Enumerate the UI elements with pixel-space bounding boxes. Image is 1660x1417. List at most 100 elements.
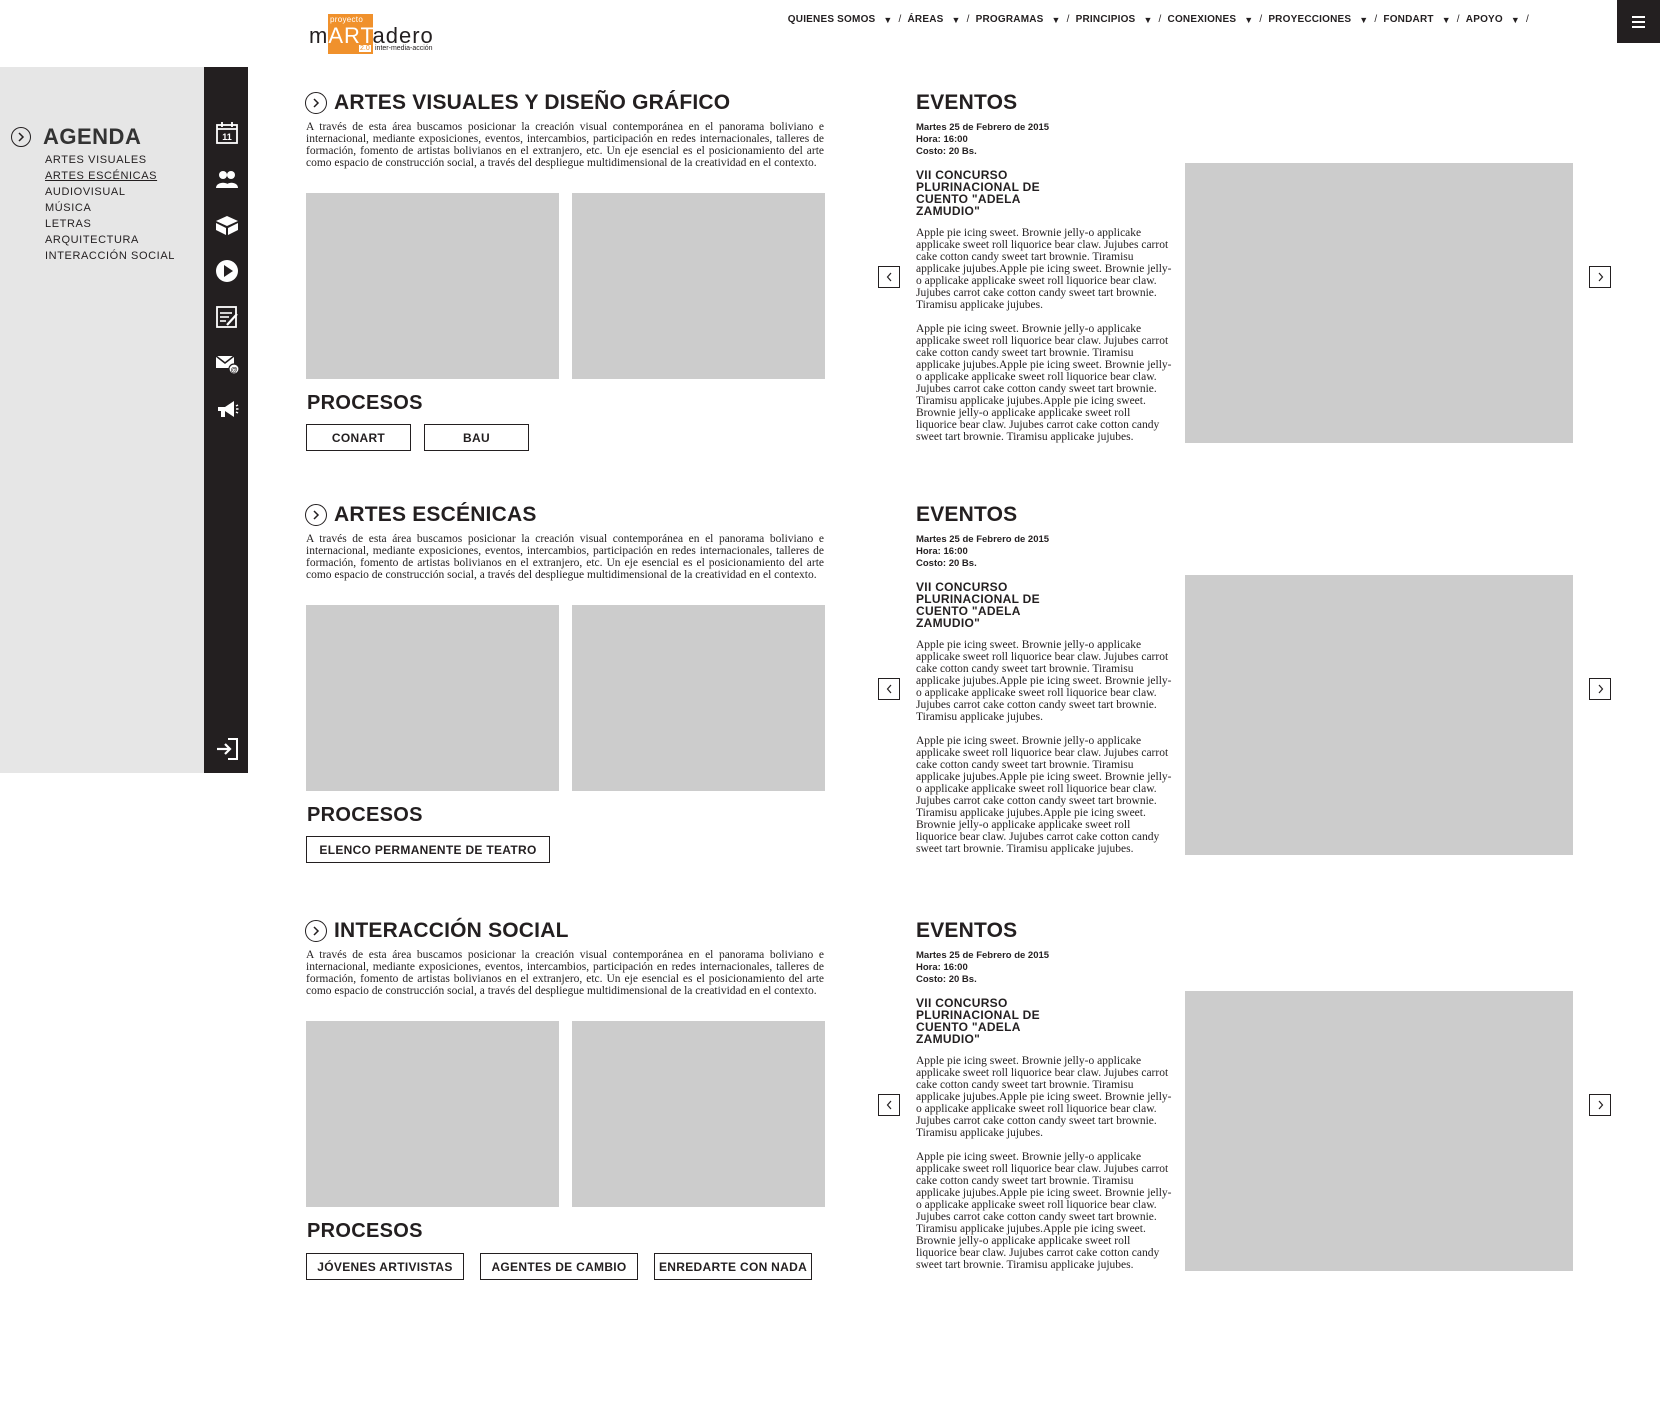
proceso-button[interactable]: ELENCO PERMANENTE DE TEATRO — [306, 836, 550, 863]
section-description: A través de esta área buscamos posiciona… — [306, 121, 824, 169]
mail-icon[interactable]: @ — [215, 351, 239, 375]
martadero-logo[interactable]: proyecto mARTadero 2.0 inter-media-acció… — [309, 14, 441, 54]
image-placeholder — [572, 193, 825, 379]
proceso-button[interactable]: ENREDARTE CON NADA — [654, 1253, 812, 1280]
carousel-next-icon[interactable] — [1589, 1094, 1611, 1116]
nav-separator: / — [1158, 14, 1162, 25]
logout-icon[interactable] — [215, 737, 239, 761]
event-time: Hora: 16:00 — [916, 134, 968, 145]
nav-separator: / — [898, 14, 902, 25]
dropdown-arrow-icon: ▼ — [1143, 14, 1153, 25]
event-paragraph: Apple pie icing sweet. Brownie jelly-o a… — [916, 1151, 1172, 1271]
eventos-title: EVENTOS — [916, 91, 1018, 114]
event-date: Martes 25 de Febrero de 2015 — [916, 950, 1050, 961]
event-name: VII CONCURSO PLURINACIONAL DE CUENTO "AD… — [916, 580, 1040, 630]
svg-text:@: @ — [231, 367, 238, 374]
sidebar-item-audiovisual[interactable]: AUDIOVISUAL — [45, 184, 175, 200]
procesos-buttons: JÓVENES ARTIVISTAS AGENTES DE CAMBIO ENR… — [306, 1253, 812, 1280]
nav-separator: / — [1374, 14, 1378, 25]
proceso-button[interactable]: BAU — [424, 424, 529, 451]
nav-separator: / — [1259, 14, 1263, 25]
dropdown-arrow-icon: ▼ — [1244, 14, 1254, 25]
nav-principios[interactable]: PRINCIPIOS ▼ — [1076, 14, 1153, 25]
agenda-heading: AGENDA — [11, 124, 141, 150]
nav-conexiones[interactable]: CONEXIONES ▼ — [1168, 14, 1254, 25]
circle-arrow-icon[interactable] — [11, 127, 31, 147]
event-name: VII CONCURSO PLURINACIONAL DE CUENTO "AD… — [916, 168, 1040, 218]
sidebar-item-interaccion-social[interactable]: INTERACCIÓN SOCIAL — [45, 248, 175, 264]
event-date: Martes 25 de Febrero de 2015 — [916, 534, 1050, 545]
svg-text:11: 11 — [222, 132, 232, 142]
logo-version: 2.0 — [359, 45, 371, 52]
procesos-buttons: ELENCO PERMANENTE DE TEATRO — [306, 836, 550, 863]
section-description: A través de esta área buscamos posiciona… — [306, 949, 824, 997]
dropdown-arrow-icon: ▼ — [1359, 14, 1369, 25]
nav-separator: / — [1526, 14, 1529, 25]
circle-arrow-icon[interactable] — [305, 920, 327, 942]
carousel-next-icon[interactable] — [1589, 678, 1611, 700]
play-icon[interactable] — [215, 259, 239, 283]
icon-toolbar: 11 @ — [204, 67, 248, 773]
dropdown-arrow-icon: ▼ — [951, 14, 961, 25]
event-time: Hora: 16:00 — [916, 546, 968, 557]
event-paragraph: Apple pie icing sweet. Brownie jelly-o a… — [916, 1055, 1172, 1139]
notes-icon[interactable] — [215, 305, 239, 329]
dropdown-arrow-icon: ▼ — [1441, 14, 1451, 25]
circle-arrow-icon[interactable] — [305, 92, 327, 114]
procesos-title: PROCESOS — [307, 804, 423, 826]
nav-separator: / — [1066, 14, 1070, 25]
image-placeholder — [306, 193, 559, 379]
top-navigation: QUIENES SOMOS ▼ / ÁREAS ▼ / PROGRAMAS ▼ / P… — [788, 14, 1535, 25]
people-icon[interactable] — [215, 167, 239, 191]
circle-arrow-icon[interactable] — [305, 504, 327, 526]
dropdown-arrow-icon: ▼ — [883, 14, 893, 25]
box-icon[interactable] — [215, 213, 239, 237]
nav-separator: / — [966, 14, 970, 25]
event-image-placeholder — [1185, 991, 1573, 1271]
nav-fondart[interactable]: FONDART ▼ — [1383, 14, 1450, 25]
sidebar-item-artes-visuales[interactable]: ARTES VISUALES — [45, 152, 175, 168]
section-title: ARTES ESCÉNICAS — [334, 503, 537, 526]
image-placeholder — [572, 1021, 825, 1207]
nav-quienes-somos[interactable]: QUIENES SOMOS ▼ — [788, 14, 893, 25]
proceso-button[interactable]: AGENTES DE CAMBIO — [480, 1253, 638, 1280]
calendar-icon[interactable]: 11 — [215, 121, 239, 145]
event-paragraph: Apple pie icing sweet. Brownie jelly-o a… — [916, 639, 1172, 723]
proceso-button[interactable]: CONART — [306, 424, 411, 451]
event-meta: Martes 25 de Febrero de 2015 Hora: 16:00… — [916, 122, 1049, 158]
carousel-prev-icon[interactable] — [878, 1094, 900, 1116]
sidebar-item-artes-escenicas[interactable]: ARTES ESCÉNICAS — [45, 168, 175, 184]
section-heading: ARTES VISUALES Y DISEÑO GRÁFICO — [305, 91, 730, 115]
sidebar-item-letras[interactable]: LETRAS — [45, 216, 175, 232]
section-heading: INTERACCIÓN SOCIAL — [305, 919, 569, 943]
megaphone-icon[interactable] — [215, 397, 239, 421]
sidebar-item-musica[interactable]: MÚSICA — [45, 200, 175, 216]
proceso-button[interactable]: JÓVENES ARTIVISTAS — [306, 1253, 464, 1280]
nav-programas[interactable]: PROGRAMAS ▼ — [976, 14, 1061, 25]
event-meta: Martes 25 de Febrero de 2015 Hora: 16:00… — [916, 534, 1049, 570]
event-name: VII CONCURSO PLURINACIONAL DE CUENTO "AD… — [916, 996, 1040, 1046]
carousel-prev-icon[interactable] — [878, 266, 900, 288]
event-image-placeholder — [1185, 575, 1573, 855]
event-paragraph: Apple pie icing sweet. Brownie jelly-o a… — [916, 735, 1172, 855]
image-placeholder — [572, 605, 825, 791]
image-placeholder — [306, 1021, 559, 1207]
sidebar-item-arquitectura[interactable]: ARQUITECTURA — [45, 232, 175, 248]
nav-proyecciones[interactable]: PROYECCIONES ▼ — [1268, 14, 1368, 25]
nav-apoyo[interactable]: APOYO ▼ — [1466, 14, 1520, 25]
event-image-placeholder — [1185, 163, 1573, 443]
section-description: A través de esta área buscamos posiciona… — [306, 533, 824, 581]
nav-areas[interactable]: ÁREAS ▼ — [908, 14, 961, 25]
event-cost: Costo: 20 Bs. — [916, 146, 977, 157]
eventos-title: EVENTOS — [916, 503, 1018, 526]
carousel-next-icon[interactable] — [1589, 266, 1611, 288]
carousel-prev-icon[interactable] — [878, 678, 900, 700]
image-placeholder — [306, 605, 559, 791]
event-cost: Costo: 20 Bs. — [916, 558, 977, 569]
event-paragraph: Apple pie icing sweet. Brownie jelly-o a… — [916, 227, 1172, 311]
section-title: INTERACCIÓN SOCIAL — [334, 919, 569, 942]
agenda-links: ARTES VISUALES ARTES ESCÉNICAS AUDIOVISU… — [45, 152, 175, 264]
hamburger-icon[interactable] — [1617, 0, 1660, 43]
event-cost: Costo: 20 Bs. — [916, 974, 977, 985]
section-title: ARTES VISUALES Y DISEÑO GRÁFICO — [334, 91, 731, 114]
